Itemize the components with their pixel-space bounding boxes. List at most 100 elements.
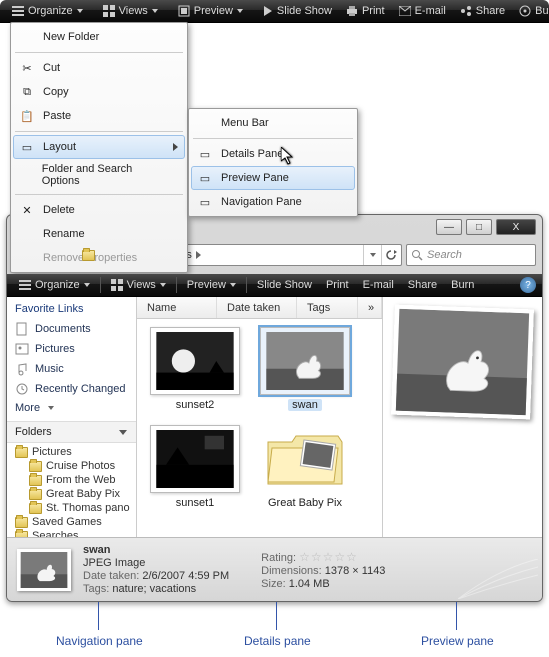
menu-label: Cut: [43, 62, 60, 74]
label: Pictures: [32, 446, 72, 458]
col-date[interactable]: Date taken: [217, 297, 297, 318]
details-thumbnail: [17, 549, 71, 591]
tree-node[interactable]: From the Web: [15, 473, 132, 487]
email-button[interactable]: E-mail: [357, 277, 400, 293]
menu-paste[interactable]: 📋Paste: [13, 104, 185, 128]
item-sunset1[interactable]: sunset1: [147, 425, 243, 509]
pane-icon: ▭: [197, 194, 213, 210]
menu-label: Folder and Search Options: [42, 163, 163, 187]
help-button[interactable]: ?: [520, 277, 536, 293]
close-button[interactable]: X: [496, 219, 536, 235]
delete-icon: ✕: [19, 202, 35, 218]
menu-navigation-pane[interactable]: ▭Navigation Pane: [191, 190, 355, 214]
chevron-right-icon: [196, 251, 202, 259]
favorite-links-heading: Favorite Links: [7, 297, 136, 319]
folder-icon: [29, 503, 42, 514]
organize-button[interactable]: Organize: [6, 3, 89, 19]
menu-cut[interactable]: ✂Cut: [13, 56, 185, 80]
col-more[interactable]: »: [358, 297, 382, 318]
menu-preview-pane[interactable]: ▭Preview Pane: [191, 166, 355, 190]
email-button[interactable]: E-mail: [393, 3, 452, 19]
item-caption: sunset1: [176, 497, 215, 509]
tree-node[interactable]: St. Thomas pano: [15, 501, 132, 515]
tree-node[interactable]: Great Baby Pix: [15, 487, 132, 501]
item-sunset2[interactable]: sunset2: [147, 327, 243, 411]
label: Print: [326, 279, 349, 291]
details-date-label: Date taken:: [83, 570, 139, 582]
thumbnail-image: [155, 332, 235, 390]
refresh-button[interactable]: [381, 245, 399, 265]
maximize-button[interactable]: □: [466, 219, 492, 235]
column-headers: Name Date taken Tags »: [137, 297, 382, 319]
tree-node-pictures[interactable]: Pictures: [15, 445, 132, 459]
slideshow-button[interactable]: Slide Show: [251, 277, 318, 293]
favorite-link-documents[interactable]: Documents: [7, 319, 136, 339]
chevron-down-icon: [48, 406, 54, 410]
favorite-link-recent[interactable]: Recently Changed: [7, 379, 136, 399]
menu-label: Menu Bar: [221, 117, 269, 129]
organize-button[interactable]: Organize: [13, 277, 96, 293]
preview-button[interactable]: Preview: [181, 277, 242, 293]
slideshow-button[interactable]: Slide Show: [257, 3, 338, 19]
label: Tags: [307, 302, 330, 314]
details-dim-value: 1378 × 1143: [325, 565, 386, 577]
menu-label: Details Pane: [221, 148, 283, 160]
menu-delete[interactable]: ✕Delete: [13, 198, 185, 222]
folder-icon: [15, 447, 28, 458]
tree-node[interactable]: Cruise Photos: [15, 459, 132, 473]
address-dropdown[interactable]: [363, 245, 381, 265]
help-icon: ?: [525, 280, 531, 291]
folder-icon: [264, 428, 346, 490]
menu-copy[interactable]: ⧉Copy: [13, 80, 185, 104]
views-button[interactable]: Views: [97, 3, 164, 19]
favorite-link-music[interactable]: Music: [7, 359, 136, 379]
folders-header[interactable]: Folders: [7, 421, 136, 443]
item-great-baby-folder[interactable]: Great Baby Pix: [257, 425, 353, 509]
command-bar-inner: Organize Views Preview Slide Show Print …: [7, 274, 542, 297]
label: Organize: [35, 279, 80, 291]
menu-new-folder[interactable]: New Folder: [13, 25, 185, 49]
menu-rename[interactable]: Rename: [13, 222, 185, 246]
minimize-button[interactable]: —: [436, 219, 462, 235]
share-icon: [460, 5, 472, 17]
callout-preview: Preview pane: [421, 634, 494, 648]
item-swan[interactable]: swan: [257, 327, 353, 411]
print-button[interactable]: Print: [320, 277, 355, 293]
burn-button[interactable]: Burn: [513, 3, 549, 19]
pane-icon: ▭: [197, 170, 213, 186]
details-tags-value[interactable]: nature; vacations: [112, 583, 196, 595]
rating-stars[interactable]: ☆☆☆☆☆: [299, 552, 358, 564]
details-rating-label: Rating:: [261, 552, 296, 564]
col-name[interactable]: Name: [137, 297, 217, 318]
paste-icon: 📋: [19, 108, 35, 124]
label: Documents: [35, 323, 91, 335]
favorite-link-more[interactable]: More: [7, 399, 136, 417]
thumbnail-image: [265, 332, 345, 390]
layout-icon: ▭: [19, 139, 35, 155]
menu-label: New Folder: [43, 31, 99, 43]
chevron-down-icon: [84, 283, 90, 287]
tree-node[interactable]: Saved Games: [15, 515, 132, 529]
favorite-link-pictures[interactable]: Pictures: [7, 339, 136, 359]
details-dim-label: Dimensions:: [261, 565, 322, 577]
details-type: JPEG Image: [83, 557, 229, 569]
music-icon: [15, 362, 29, 376]
views-button[interactable]: Views: [105, 277, 172, 293]
item-caption: sunset2: [176, 399, 215, 411]
menu-layout[interactable]: ▭Layout: [13, 135, 185, 159]
menu-details-pane[interactable]: ▭Details Pane: [191, 142, 355, 166]
burn-button[interactable]: Burn: [445, 277, 480, 293]
menu-folder-options[interactable]: Folder and Search Options: [13, 159, 185, 191]
label: Great Baby Pix: [46, 488, 120, 500]
preview-icon: [178, 5, 190, 17]
share-button[interactable]: Share: [402, 277, 443, 293]
col-tags[interactable]: Tags: [297, 297, 358, 318]
tree-node[interactable]: Searches: [15, 529, 132, 537]
thumbnail-image: [155, 430, 235, 488]
share-button[interactable]: Share: [454, 3, 511, 19]
print-button[interactable]: Print: [340, 3, 391, 19]
menu-menu-bar[interactable]: Menu Bar: [191, 111, 355, 135]
preview-button[interactable]: Preview: [172, 3, 249, 19]
search-input[interactable]: Search: [406, 244, 536, 266]
menu-remove-properties[interactable]: Remove Properties: [13, 246, 185, 270]
